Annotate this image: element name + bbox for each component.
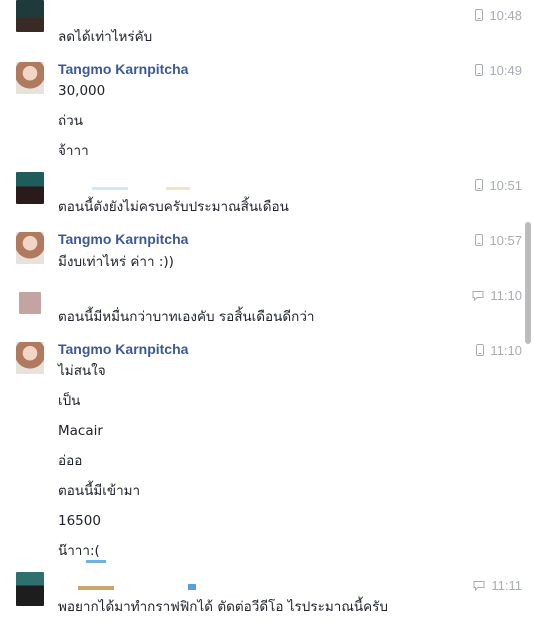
- chat-bubble-icon: [473, 579, 485, 594]
- avatar[interactable]: [19, 292, 41, 314]
- message-text: ตอนนี้ตังยังไม่ครบครับประมาณสิ้นเดือน: [58, 199, 289, 215]
- timestamp: 11:10: [472, 288, 522, 304]
- avatar[interactable]: [16, 232, 44, 264]
- message-text: พอยากได้มาทำกราฟฟิกได้ ตัดต่อวีดีโอ ไรปร…: [58, 599, 388, 615]
- message-text: น๊าาา:(: [58, 543, 100, 559]
- scrollbar-thumb[interactable]: [525, 222, 531, 344]
- mobile-phone-icon: [475, 234, 484, 249]
- sender-name[interactable]: Tangmo Karnpitcha: [58, 231, 188, 247]
- message-text: ตอนนี้มีเข้ามา: [58, 483, 141, 499]
- redaction-mark: [86, 560, 106, 563]
- timestamp: 11:10: [476, 343, 522, 359]
- timestamp: 10:51: [475, 178, 522, 194]
- message-text: ตอนนี้มีหมื่นกว่าบาทเองคับ รอสิ้นเดือนดี…: [58, 309, 315, 325]
- message-text: ไม่สนใจ: [58, 363, 106, 379]
- redaction-mark: [92, 187, 128, 190]
- chat-bubble-icon: [472, 289, 484, 304]
- message-text: ลดได้เท่าไหร่คับ: [58, 29, 153, 45]
- avatar[interactable]: [16, 0, 44, 32]
- message-text: จ้าาา: [58, 143, 89, 159]
- message-text: ถ่วน: [58, 113, 83, 129]
- message-text: มีงบเท่าไหร่ ค่าา :)): [58, 254, 174, 270]
- timestamp: 10:48: [475, 8, 522, 24]
- mobile-phone-icon: [475, 179, 484, 194]
- timestamp: 10:57: [475, 233, 522, 249]
- mobile-phone-icon: [475, 64, 484, 79]
- sender-name[interactable]: Tangmo Karnpitcha: [58, 341, 188, 357]
- avatar[interactable]: [16, 342, 44, 374]
- message-text: Macair: [58, 423, 103, 439]
- message-text: อ่ออ: [58, 453, 83, 469]
- avatar[interactable]: [16, 572, 44, 606]
- message-text: 16500: [58, 513, 101, 529]
- message-thread: 10:48 ลดได้เท่าไหร่คับ Tangmo Karnpitcha…: [0, 0, 534, 622]
- sender-name[interactable]: Tangmo Karnpitcha: [58, 61, 188, 77]
- redaction-mark: [78, 586, 114, 590]
- redaction-mark: [188, 584, 196, 590]
- message-text: 30,000: [58, 83, 106, 99]
- message-text: เป็น: [58, 393, 81, 409]
- redaction-mark: [166, 187, 190, 190]
- timestamp: 10:49: [475, 63, 522, 79]
- avatar[interactable]: [16, 62, 44, 94]
- mobile-phone-icon: [476, 344, 485, 359]
- avatar[interactable]: [16, 172, 44, 204]
- timestamp: 11:11: [473, 578, 522, 594]
- mobile-phone-icon: [475, 9, 484, 24]
